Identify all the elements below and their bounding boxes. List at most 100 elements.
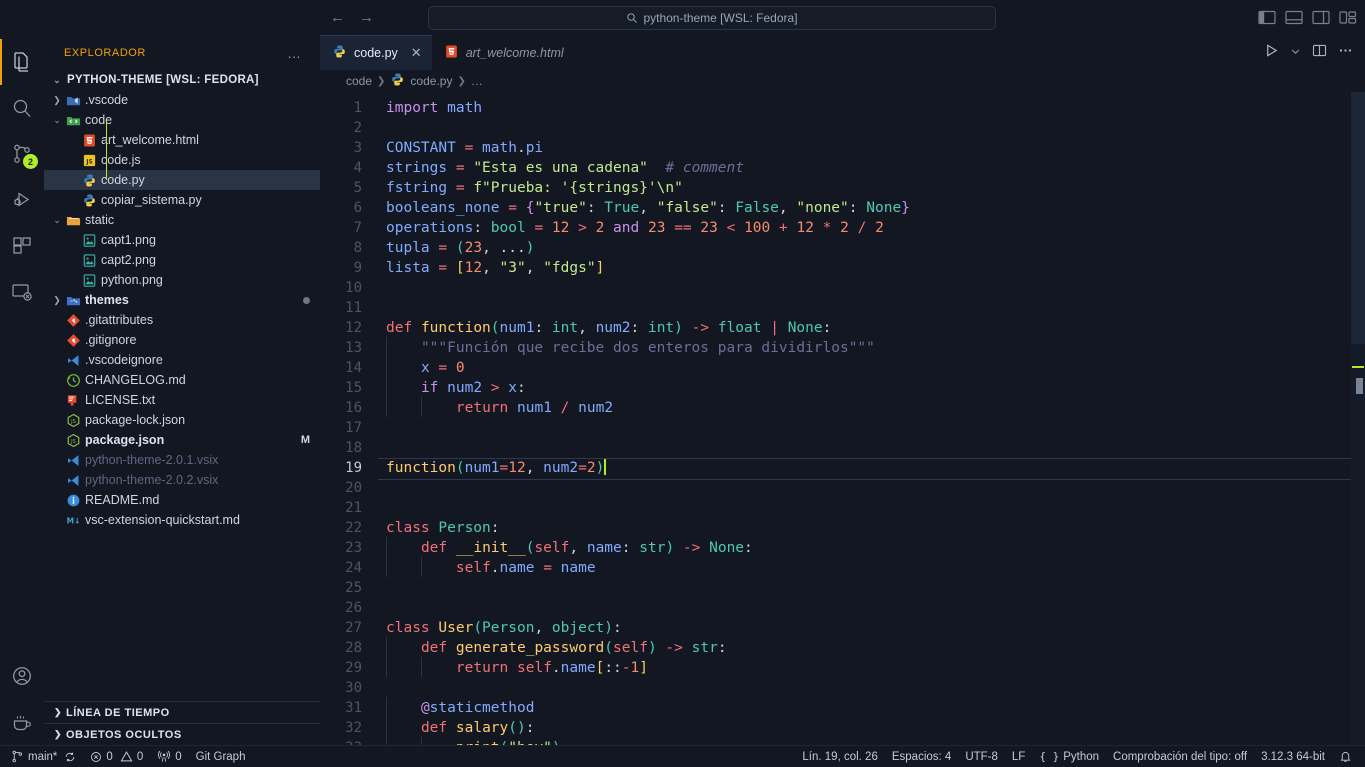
code-line[interactable] — [386, 598, 1365, 618]
editor-tab-art-welcome-html[interactable]: art_welcome.html — [432, 35, 574, 70]
code-line[interactable] — [386, 478, 1365, 498]
code-line[interactable] — [386, 278, 1365, 298]
split-editor-icon[interactable] — [1312, 43, 1327, 63]
code-line[interactable] — [386, 118, 1365, 138]
code-line[interactable]: """Función que recibe dos enteros para d… — [386, 337, 1365, 358]
status-eol[interactable]: LF — [1005, 746, 1032, 767]
code-line[interactable] — [386, 678, 1365, 698]
code-line[interactable]: @staticmethod — [386, 697, 1365, 718]
tree-item-gitignore[interactable]: .gitignore — [44, 330, 320, 350]
status-problems[interactable]: 0 0 — [83, 746, 150, 767]
code-line[interactable]: class Person: — [386, 518, 1365, 538]
activity-item-remote-explorer[interactable] — [0, 269, 44, 315]
breadcrumb-item[interactable]: code — [346, 74, 372, 88]
close-icon[interactable]: ✕ — [411, 46, 422, 59]
code-line[interactable]: def salary(): — [386, 717, 1365, 738]
code-content[interactable]: import math CONSTANT = math.pi strings = "… — [378, 92, 1365, 745]
code-editor[interactable]: 1 2 3 4 5 6 7 8 9 10 11 12 13 14 15 16 17 18 19 20 21 22 23 24 2… — [320, 92, 1365, 745]
code-line[interactable]: self.name = name — [386, 557, 1365, 578]
command-center-search[interactable]: python-theme [WSL: Fedora] — [428, 5, 996, 30]
tree-item-changelog-md[interactable]: CHANGELOG.md — [44, 370, 320, 390]
code-line[interactable]: print("hey") — [386, 737, 1365, 745]
status-ports[interactable]: 0 — [150, 746, 188, 767]
customize-layout-icon[interactable] — [1339, 10, 1357, 25]
code-line[interactable]: tupla = (23, ...) — [386, 238, 1365, 258]
status-python-version[interactable]: 3.12.3 64-bit — [1254, 746, 1332, 767]
code-line[interactable]: strings = "Esta es una cadena" # comment — [386, 158, 1365, 178]
status-indentation[interactable]: Espacios: 4 — [885, 746, 958, 767]
file-tree[interactable]: ⌄ PYTHON-THEME [WSL: FEDORA] ❯ .vscode ⌄… — [44, 70, 320, 701]
tree-item-code[interactable]: ⌄ code — [44, 110, 320, 130]
tree-item-capt1-png[interactable]: capt1.png — [44, 230, 320, 250]
run-dropdown-icon[interactable] — [1290, 44, 1301, 62]
code-line[interactable]: lista = [12, "3", "fdgs"] — [386, 258, 1365, 278]
tree-item-code-js[interactable]: JS code.js — [44, 150, 320, 170]
code-line[interactable]: def function(num1: int, num2: int) -> fl… — [386, 318, 1365, 338]
code-line[interactable]: if num2 > x: — [386, 377, 1365, 398]
code-line[interactable]: CONSTANT = math.pi — [386, 138, 1365, 158]
tree-item-static[interactable]: ⌄ static — [44, 210, 320, 230]
tree-item-package-lock-json[interactable]: JS package-lock.json — [44, 410, 320, 430]
activity-item-accounts[interactable] — [0, 653, 44, 699]
tree-item-capt2-png[interactable]: capt2.png — [44, 250, 320, 270]
code-line[interactable]: booleans_none = {"true": True, "false": … — [386, 198, 1365, 218]
status-notifications[interactable] — [1332, 746, 1359, 767]
code-line[interactable]: class User(Person, object): — [386, 618, 1365, 638]
activity-item-explorer[interactable] — [0, 39, 44, 85]
toggle-panel-icon[interactable] — [1285, 10, 1303, 25]
code-line[interactable] — [386, 418, 1365, 438]
status-language-mode[interactable]: { } Python — [1032, 746, 1106, 767]
status-type-checking[interactable]: Comprobación del tipo: off — [1106, 746, 1254, 767]
tree-item-vsc-extension-quickstart-md[interactable]: M↓ vsc-extension-quickstart.md — [44, 510, 320, 530]
activity-item-manage[interactable] — [0, 699, 44, 745]
code-line[interactable]: return self.name[::-1] — [386, 657, 1365, 678]
toggle-secondary-sidebar-icon[interactable] — [1312, 10, 1330, 25]
code-line[interactable]: operations: bool = 12 > 2 and 23 == 23 <… — [386, 218, 1365, 238]
status-git-graph[interactable]: Git Graph — [189, 746, 253, 767]
toggle-primary-sidebar-icon[interactable] — [1258, 10, 1276, 25]
tree-item-vscode[interactable]: ❯ .vscode — [44, 90, 320, 110]
scrollbar-thumb[interactable] — [1351, 92, 1365, 344]
activity-item-search[interactable] — [0, 85, 44, 131]
tree-item-themes[interactable]: ❯ themes — [44, 290, 320, 310]
tree-root[interactable]: ⌄ PYTHON-THEME [WSL: FEDORA] — [44, 70, 320, 90]
code-line[interactable] — [386, 298, 1365, 318]
back-button[interactable]: ← — [330, 10, 345, 25]
activity-item-extensions[interactable] — [0, 223, 44, 269]
activity-item-source-control[interactable]: 2 — [0, 131, 44, 177]
code-line[interactable] — [386, 498, 1365, 518]
run-python-file-icon[interactable] — [1264, 43, 1279, 63]
status-encoding[interactable]: UTF-8 — [958, 746, 1005, 767]
editor-tab-code-py[interactable]: code.py ✕ — [320, 35, 432, 70]
tree-item-package-json[interactable]: JS package.json M — [44, 430, 320, 450]
tree-item-vscodeignore[interactable]: .vscodeignore — [44, 350, 320, 370]
code-line[interactable]: return num1 / num2 — [386, 397, 1365, 418]
code-line[interactable] — [386, 578, 1365, 598]
tree-item-gitattributes[interactable]: .gitattributes — [44, 310, 320, 330]
breadcrumb-item[interactable]: code.py — [410, 74, 452, 88]
breadcrumb-item[interactable]: … — [471, 74, 483, 88]
panel-timeline[interactable]: ❯ LÍNEA DE TIEMPO — [44, 701, 320, 723]
tree-item-python-png[interactable]: python.png — [44, 270, 320, 290]
code-line[interactable]: x = 0 — [386, 357, 1365, 378]
forward-button[interactable]: → — [359, 10, 374, 25]
tree-item-license-txt[interactable]: LICENSE.txt — [44, 390, 320, 410]
code-line[interactable]: def generate_password(self) -> str: — [386, 637, 1365, 658]
tree-item-art-welcome-html[interactable]: art_welcome.html — [44, 130, 320, 150]
code-line[interactable]: import math — [386, 98, 1365, 118]
code-line[interactable] — [386, 438, 1365, 458]
tree-item-python-theme-2-0-1-vsix[interactable]: python-theme-2.0.1.vsix — [44, 450, 320, 470]
code-line[interactable]: fstring = f"Prueba: '{strings}'\n" — [386, 178, 1365, 198]
status-branch[interactable]: main* — [4, 746, 83, 767]
code-line[interactable]: def __init__(self, name: str) -> None: — [386, 537, 1365, 558]
panel-hidden-objects[interactable]: ❯ OBJETOS OCULTOS — [44, 723, 320, 745]
tree-item-code-py[interactable]: code.py — [44, 170, 320, 190]
tree-item-python-theme-2-0-2-vsix[interactable]: python-theme-2.0.2.vsix — [44, 470, 320, 490]
tree-item-copiar-sistema-py[interactable]: copiar_sistema.py — [44, 190, 320, 210]
breadcrumb[interactable]: code ❯ code.py ❯… — [320, 70, 1365, 92]
status-cursor-position[interactable]: Lín. 19, col. 26 — [795, 746, 884, 767]
tree-item-readme-md[interactable]: README.md — [44, 490, 320, 510]
more-actions-icon[interactable] — [1338, 43, 1353, 63]
code-line[interactable]: function(num1=12, num2=2) — [378, 458, 1365, 480]
sidebar-more-actions[interactable]: … — [287, 46, 302, 60]
